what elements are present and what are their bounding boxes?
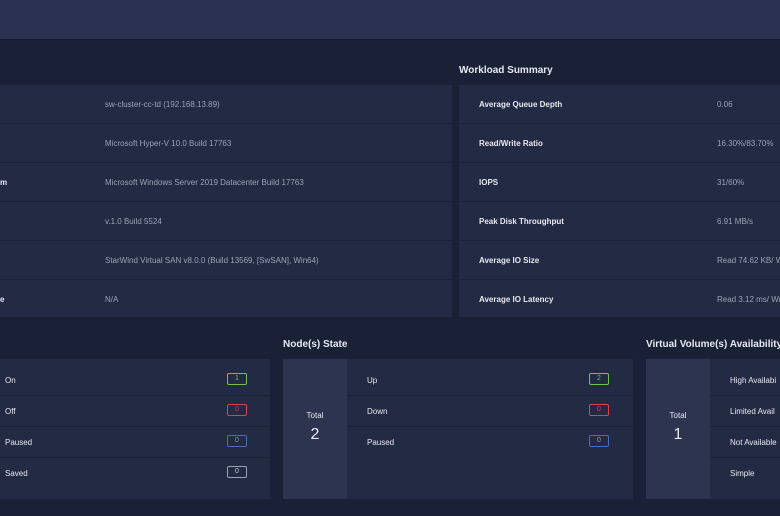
- workload-summary-panel: Average Queue Depth 0.06 Read/Write Rati…: [459, 85, 780, 317]
- workload-label: Read/Write Ratio: [479, 138, 543, 148]
- workload-value: 0.06: [717, 99, 733, 109]
- node-state-panel: Total 2 Up 2 Down 0 Paused 0: [283, 359, 633, 499]
- workload-label: Peak Disk Throughput: [479, 216, 564, 226]
- info-row: Microsoft Hyper-V 10.0 Build 17763: [0, 124, 452, 163]
- cluster-info-panel: sw-cluster-cc-td (192.168.13.89) Microso…: [0, 85, 452, 317]
- info-row: sw-cluster-cc-td (192.168.13.89): [0, 85, 452, 124]
- node-state-row-paused[interactable]: Paused 0: [347, 427, 633, 457]
- state-count-badge: 2: [589, 373, 609, 385]
- workload-value: 16.30%/83.70%: [717, 138, 774, 148]
- state-label: Saved: [5, 469, 28, 478]
- workload-value: Read 74.62 KB/ W: [717, 255, 780, 265]
- workload-row: Average IO Latency Read 3.12 ms/ Wr: [459, 280, 780, 318]
- info-row: StarWind Virtual SAN v8.0.0 (Build 13569…: [0, 241, 452, 280]
- workload-row: Average IO Size Read 74.62 KB/ W: [459, 241, 780, 280]
- volume-total-value: 1: [673, 426, 683, 443]
- workload-label: Average Queue Depth: [479, 99, 563, 109]
- info-label: m: [0, 177, 8, 187]
- state-label: Down: [367, 407, 388, 416]
- state-label: On: [5, 376, 16, 385]
- workload-label: Average IO Size: [479, 255, 540, 265]
- volume-availability-title: Virtual Volume(s) Availability: [646, 339, 780, 350]
- state-count-badge: 0: [589, 435, 609, 447]
- node-total-value: 2: [310, 426, 320, 443]
- node-state-row-down[interactable]: Down 0: [347, 396, 633, 427]
- workload-label: IOPS: [479, 177, 499, 187]
- node-state-row-up[interactable]: Up 2: [347, 365, 633, 396]
- workload-row: Peak Disk Throughput 6.91 MB/s: [459, 202, 780, 241]
- workload-value: 31/60%: [717, 177, 745, 187]
- state-count-badge: 0: [227, 404, 247, 416]
- node-total-label: Total: [306, 411, 324, 420]
- state-label: Paused: [367, 438, 395, 447]
- state-count-badge: 1: [227, 373, 247, 385]
- state-label: Not Available: [730, 438, 777, 447]
- workload-value: 6.91 MB/s: [717, 216, 754, 226]
- state-label: Off: [5, 407, 16, 416]
- volume-total-box: Total 1: [646, 359, 710, 499]
- state-label: Up: [367, 376, 378, 385]
- info-value: Microsoft Windows Server 2019 Datacenter…: [105, 177, 304, 187]
- node-total-box: Total 2: [283, 359, 347, 499]
- workload-summary-title: Workload Summary: [459, 65, 553, 76]
- workload-value: Read 3.12 ms/ Wr: [717, 294, 780, 304]
- info-row: e N/A: [0, 280, 452, 318]
- volume-row-not-available[interactable]: Not Available: [710, 427, 780, 458]
- info-value: N/A: [105, 294, 119, 304]
- state-count-badge: 0: [589, 404, 609, 416]
- workload-label: Average IO Latency: [479, 294, 554, 304]
- vm-state-row-on[interactable]: On 1: [0, 365, 270, 396]
- info-row: m Microsoft Windows Server 2019 Datacent…: [0, 163, 452, 202]
- volume-row-simple[interactable]: Simple: [710, 458, 780, 488]
- state-label: Limited Avail: [730, 407, 775, 416]
- state-label: Simple: [730, 469, 755, 478]
- info-row: v.1.0 Build 5524: [0, 202, 452, 241]
- vm-state-panel: On 1 Off 0 Paused 0 Saved 0: [0, 359, 270, 499]
- vm-state-row-off[interactable]: Off 0: [0, 396, 270, 427]
- volume-total-label: Total: [669, 411, 687, 420]
- state-label: Paused: [5, 438, 33, 447]
- state-count-badge: 0: [227, 466, 247, 478]
- info-value: Microsoft Hyper-V 10.0 Build 17763: [105, 138, 232, 148]
- top-bar: [0, 0, 780, 40]
- workload-row: Read/Write Ratio 16.30%/83.70%: [459, 124, 780, 163]
- info-label: e: [0, 294, 5, 304]
- state-label: High Availabi: [730, 376, 777, 385]
- info-value: v.1.0 Build 5524: [105, 216, 162, 226]
- state-count-badge: 0: [227, 435, 247, 447]
- volume-row-limited-availability[interactable]: Limited Avail: [710, 396, 780, 427]
- workload-row: Average Queue Depth 0.06: [459, 85, 780, 124]
- info-value: StarWind Virtual SAN v8.0.0 (Build 13569…: [105, 255, 319, 265]
- node-state-title: Node(s) State: [283, 339, 348, 350]
- volume-row-high-availability[interactable]: High Availabi: [710, 365, 780, 396]
- vm-state-row-paused[interactable]: Paused 0: [0, 427, 270, 458]
- vm-state-row-saved[interactable]: Saved 0: [0, 458, 270, 488]
- volume-availability-panel: Total 1 High Availabi Limited Avail Not …: [646, 359, 780, 499]
- info-value: sw-cluster-cc-td (192.168.13.89): [105, 99, 220, 109]
- workload-row: IOPS 31/60%: [459, 163, 780, 202]
